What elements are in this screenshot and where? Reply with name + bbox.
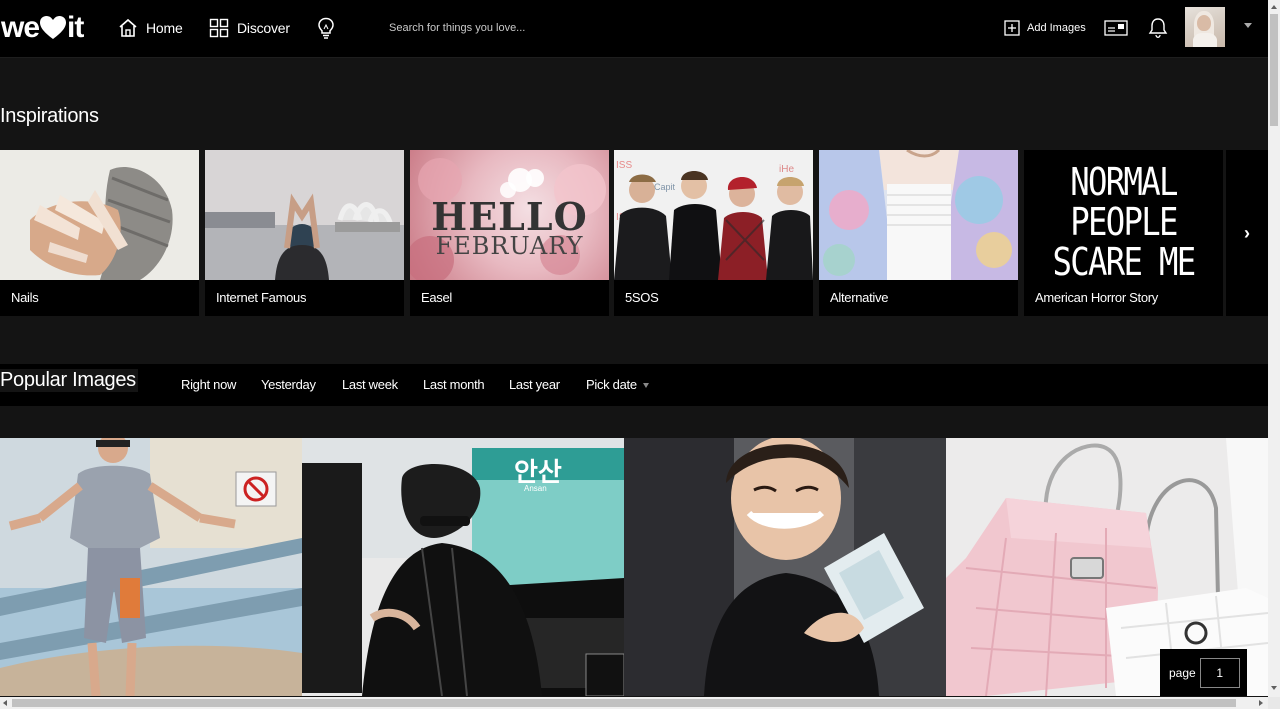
- bell-icon: [1148, 18, 1168, 38]
- nav-discover[interactable]: Discover: [209, 16, 290, 40]
- weheartit-logo[interactable]: we it: [1, 11, 84, 45]
- inspiration-card-internet-famous[interactable]: Internet Famous: [205, 150, 404, 316]
- svg-text:ISS: ISS: [616, 160, 632, 171]
- tab-last-year[interactable]: Last year: [509, 377, 560, 392]
- chevron-right-icon: ›: [1244, 222, 1250, 243]
- tab-pick-date[interactable]: Pick date: [586, 377, 649, 392]
- sign-ansan: Ansan: [524, 484, 547, 493]
- lightbulb-icon: [318, 17, 334, 39]
- avatar[interactable]: [1185, 7, 1225, 47]
- popular-image-2[interactable]: 안산 Ansan: [302, 438, 624, 696]
- tab-yesterday[interactable]: Yesterday: [261, 377, 316, 392]
- popular-image-3[interactable]: [624, 438, 946, 696]
- svg-text:iHe: iHe: [779, 164, 794, 175]
- nav-home-label: Home: [146, 20, 183, 36]
- nav-inspirations[interactable]: [317, 16, 335, 40]
- logo-we: we: [1, 11, 40, 44]
- add-images-button[interactable]: Add Images: [1004, 18, 1086, 38]
- top-header: we it Home Discover Add Images: [0, 0, 1268, 58]
- heart-icon: [40, 16, 67, 39]
- vertical-scrollbar[interactable]: [1268, 0, 1280, 697]
- inspiration-card-american-horror-story[interactable]: NORMAL PEOPLE SCARE ME American Horror S…: [1024, 150, 1223, 316]
- inspiration-image: HELLO FEBRUARY: [410, 150, 609, 280]
- easel-art-february: FEBRUARY: [435, 232, 584, 260]
- inspiration-card-nails[interactable]: Nails: [0, 150, 199, 316]
- tab-last-month[interactable]: Last month: [423, 377, 485, 392]
- popular-image-1[interactable]: [0, 438, 302, 696]
- scroll-up-icon[interactable]: [1271, 5, 1277, 9]
- ahs-art-line1: NORMAL: [1070, 160, 1178, 204]
- vertical-scroll-thumb[interactable]: [1270, 14, 1278, 126]
- inspiration-card-easel[interactable]: HELLO FEBRUARY Easel: [410, 150, 609, 316]
- carousel-next-button[interactable]: ›: [1226, 150, 1268, 316]
- inspiration-card-label: Nails: [11, 290, 39, 305]
- pagination: page: [1160, 649, 1247, 696]
- home-icon: [119, 18, 137, 37]
- scrollbar-corner: [1268, 697, 1280, 709]
- popular-images-title: Popular Images: [0, 369, 138, 392]
- page: we it Home Discover Add Images: [0, 0, 1280, 709]
- inspirations-carousel: Nails Internet Famous HELLO FEBRUARY Eas…: [0, 150, 1268, 316]
- inspiration-card-5sos[interactable]: ISSISS Capit iHe 5SOS: [614, 150, 813, 316]
- nav-discover-label: Discover: [237, 20, 290, 36]
- tab-last-week[interactable]: Last week: [342, 377, 398, 392]
- inspiration-card-label: 5SOS: [625, 290, 659, 305]
- scroll-right-icon[interactable]: [1259, 700, 1263, 706]
- svg-text:Capit: Capit: [654, 182, 676, 192]
- grid-icon: [209, 18, 229, 38]
- avatar-face: [1197, 15, 1211, 31]
- page-number-input[interactable]: [1199, 657, 1240, 688]
- nav-home[interactable]: Home: [118, 16, 183, 40]
- tab-right-now[interactable]: Right now: [181, 377, 236, 392]
- search-input[interactable]: [389, 18, 789, 38]
- chevron-down-icon[interactable]: [1244, 23, 1252, 28]
- avatar-body: [1193, 33, 1217, 47]
- inspiration-image: [819, 150, 1018, 280]
- collections-button[interactable]: [1104, 19, 1128, 42]
- inspiration-card-alternative[interactable]: Alternative: [819, 150, 1018, 316]
- plus-square-icon: [1004, 20, 1020, 36]
- inspiration-card-label: Internet Famous: [216, 290, 307, 305]
- ahs-art-line2: PEOPLE: [1070, 200, 1178, 244]
- inspirations-title: Inspirations: [0, 105, 99, 127]
- chevron-down-icon: [642, 383, 649, 389]
- inspiration-card-label: Alternative: [830, 290, 889, 305]
- tab-pick-date-label: Pick date: [586, 377, 637, 392]
- add-images-label: Add Images: [1027, 22, 1086, 34]
- logo-it: it: [67, 11, 84, 44]
- scroll-down-icon[interactable]: [1271, 686, 1277, 690]
- notifications-button[interactable]: [1148, 17, 1168, 44]
- pagination-label: page: [1169, 665, 1196, 680]
- ahs-art-line3: SCARE ME: [1052, 240, 1197, 280]
- ahs-art-text: NORMAL PEOPLE SCARE ME: [1039, 162, 1208, 280]
- inspiration-image: ISSISS Capit iHe: [614, 150, 813, 280]
- inspiration-image: [0, 150, 199, 280]
- horizontal-scroll-thumb[interactable]: [12, 699, 1236, 707]
- inspiration-card-label: Easel: [421, 290, 453, 305]
- collections-icon: [1104, 20, 1128, 36]
- inspiration-image: [205, 150, 404, 280]
- horizontal-scrollbar[interactable]: [0, 697, 1268, 709]
- scroll-left-icon[interactable]: [3, 700, 7, 706]
- inspiration-image: NORMAL PEOPLE SCARE ME: [1024, 150, 1223, 280]
- inspiration-card-label: American Horror Story: [1035, 290, 1159, 305]
